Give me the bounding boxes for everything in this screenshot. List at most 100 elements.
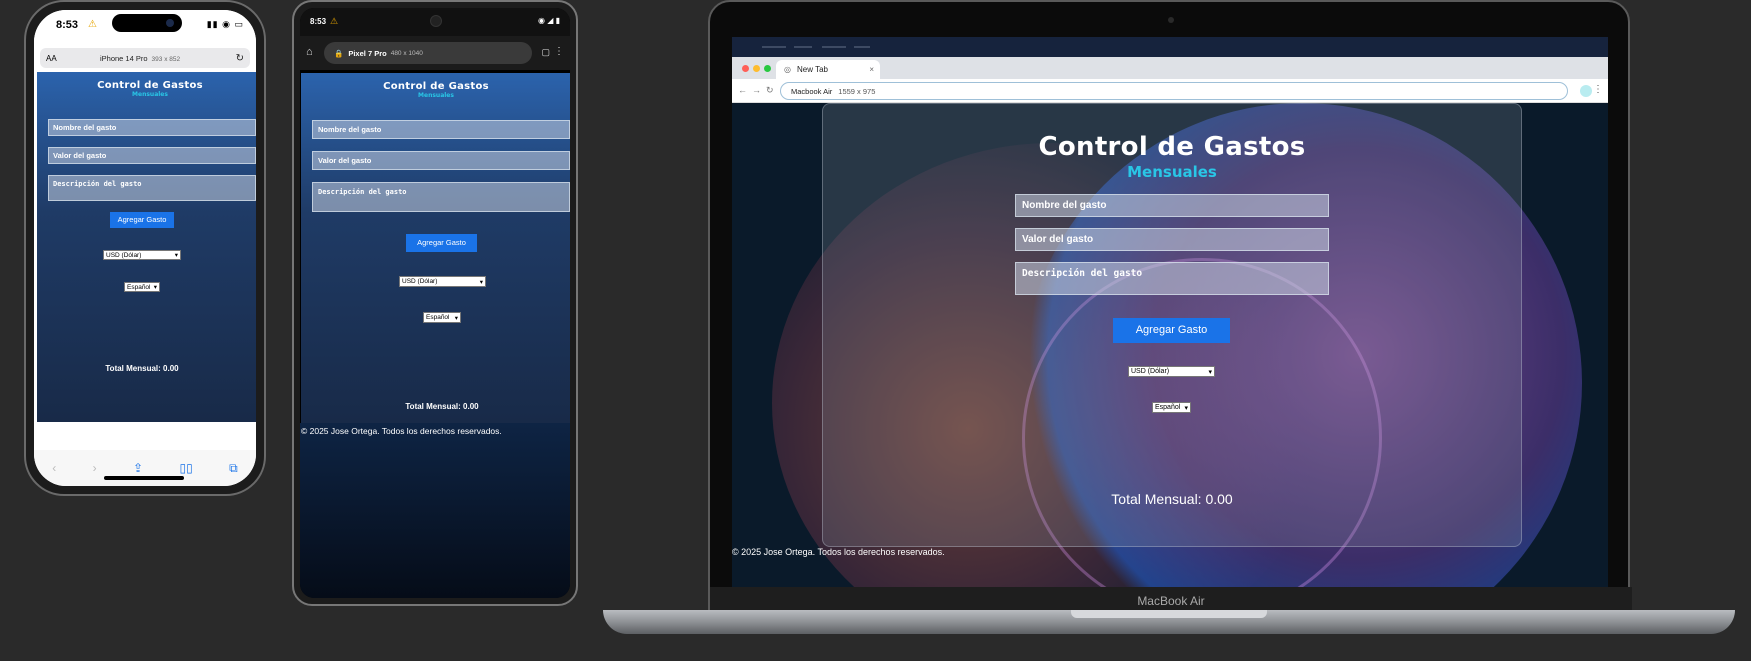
mac-menu-bar	[732, 37, 1608, 57]
expense-name-input[interactable]: Nombre del gasto	[48, 119, 256, 136]
pixel-page-background	[300, 423, 570, 598]
pixel-app-view: Control de Gastos Mensuales Nombre del g…	[301, 73, 570, 423]
forward-icon[interactable]: →	[752, 85, 761, 95]
dynamic-island	[112, 14, 182, 32]
language-select[interactable]: Español ▾	[1152, 402, 1191, 413]
expense-value-input[interactable]: Valor del gasto	[312, 151, 570, 170]
expense-description-textarea[interactable]: Descripción del gasto	[48, 175, 256, 201]
menu-placeholder	[794, 46, 812, 48]
maximize-window-icon[interactable]	[764, 65, 771, 72]
macbook-brand-label: MacBook Air	[1137, 594, 1205, 608]
iphone-time: 8:53	[56, 19, 79, 31]
app-card: Control de Gastos Mensuales Nombre del g…	[822, 103, 1522, 547]
add-expense-button[interactable]: Agregar Gasto	[1113, 318, 1230, 343]
currency-selected-value: USD (Dólar)	[402, 278, 438, 285]
home-indicator	[104, 476, 184, 480]
device-size: 393 x 852	[151, 55, 181, 63]
device-name: Pixel 7 Pro	[348, 48, 387, 58]
bookmarks-icon[interactable]: ▯▯	[180, 461, 193, 475]
pixel-frame: 8:53 ⚠ ◉ ◢ ▮ ⌂ 🔒 Pixel 7 Pro 480 x 1040 ▢ …	[292, 0, 578, 606]
warning-icon: ⚠	[88, 19, 97, 30]
profile-icon[interactable]	[1580, 85, 1592, 97]
share-icon[interactable]: ⇪	[133, 461, 143, 475]
webcam	[1168, 17, 1174, 23]
front-camera	[430, 15, 442, 27]
device-size: 1559 x 975	[838, 86, 876, 96]
iphone-url-bar[interactable]: AA iPhone 14 Pro 393 x 852 ↻	[40, 48, 250, 68]
browser-tab-bar: ◎ New Tab ×	[732, 57, 1608, 79]
currency-select[interactable]: USD (Dólar) ▾	[103, 250, 181, 260]
language-selected-value: Español	[1155, 404, 1181, 411]
close-window-icon[interactable]	[742, 65, 749, 72]
add-expense-button[interactable]: Agregar Gasto	[406, 234, 477, 252]
app-subtitle: Mensuales	[1127, 163, 1217, 181]
menu-placeholder	[762, 46, 786, 48]
iphone-app-view: Control de Gastos Mensuales Nombre del g…	[37, 72, 256, 422]
currency-select[interactable]: USD (Dólar) ▾	[1128, 366, 1215, 377]
expense-name-input[interactable]: Nombre del gasto	[1015, 194, 1329, 217]
monthly-total: Total Mensual: 0.00	[105, 364, 179, 373]
device-name: Macbook Air	[791, 86, 833, 96]
app-subtitle: Mensuales	[132, 91, 168, 98]
add-expense-button[interactable]: Agregar Gasto	[110, 212, 174, 228]
language-selected-value: Español	[127, 283, 151, 291]
expense-description-textarea[interactable]: Descripción del gasto	[312, 182, 570, 212]
app-subtitle: Mensuales	[418, 92, 454, 99]
footer-copyright: © 2025 Jose Ortega. Todos los derechos r…	[732, 547, 945, 557]
expense-description-textarea[interactable]: Descripción del gasto	[1015, 262, 1329, 295]
pixel-time: 8:53	[310, 17, 327, 26]
expense-value-input[interactable]: Valor del gasto	[1015, 228, 1329, 251]
reload-icon[interactable]: ↻	[766, 85, 774, 96]
minimize-window-icon[interactable]	[753, 65, 760, 72]
home-icon[interactable]: ⌂	[306, 46, 313, 58]
expense-name-input[interactable]: Nombre del gasto	[312, 120, 570, 139]
device-label: iPhone 14 Pro 393 x 852	[100, 54, 180, 63]
pixel-url-bar[interactable]: 🔒 Pixel 7 Pro 480 x 1040	[324, 42, 532, 64]
pixel-screen: 8:53 ⚠ ◉ ◢ ▮ ⌂ 🔒 Pixel 7 Pro 480 x 1040 ▢ …	[300, 8, 570, 598]
chevron-down-icon: ▾	[153, 284, 157, 291]
macbook-frame: ◎ New Tab × ← → ↻ Macbook Air 1559 x 975 …	[708, 0, 1632, 616]
tab-title: New Tab	[796, 65, 828, 74]
reload-icon[interactable]: ↻	[236, 53, 244, 64]
language-select[interactable]: Español ▾	[124, 282, 160, 292]
menu-placeholder	[822, 46, 846, 48]
device-name: iPhone 14 Pro	[100, 53, 148, 63]
menu-icon[interactable]: ⋮	[554, 46, 564, 57]
currency-select[interactable]: USD (Dólar) ▾	[399, 276, 486, 287]
signal-wifi-battery-icon: ▮▮ ◉ ▭	[206, 19, 244, 29]
warning-icon: ⚠	[330, 16, 339, 26]
currency-selected-value: USD (Dólar)	[106, 251, 142, 259]
forward-icon[interactable]: ›	[93, 461, 97, 475]
globe-icon: ◎	[784, 65, 791, 74]
language-selected-value: Español	[426, 314, 450, 321]
chevron-down-icon: ▾	[1208, 368, 1212, 376]
chevron-down-icon: ▾	[1184, 404, 1188, 412]
monthly-total: Total Mensual: 0.00	[1111, 491, 1233, 507]
chevron-down-icon: ▾	[454, 314, 458, 322]
browser-tab[interactable]: ◎ New Tab ×	[776, 60, 880, 79]
iphone-browser-toolbar: ‹ › ⇪ ▯▯ ⧉	[34, 450, 256, 486]
macbook-screen: ◎ New Tab × ← → ↻ Macbook Air 1559 x 975 …	[732, 37, 1608, 587]
iphone-status-bar: 8:53 ⚠ ▮▮ ◉ ▭	[34, 10, 256, 44]
pixel-url-row: ⌂ 🔒 Pixel 7 Pro 480 x 1040 ▢ ⋮	[300, 36, 570, 70]
address-bar[interactable]: Macbook Air 1559 x 975	[780, 82, 1568, 100]
expense-value-input[interactable]: Valor del gasto	[48, 147, 256, 164]
pixel-status-bar: 8:53 ⚠ ◉ ◢ ▮	[300, 8, 570, 36]
language-select[interactable]: Español ▾	[423, 312, 461, 323]
back-icon[interactable]: ‹	[52, 461, 56, 475]
macbook-app-view: Control de Gastos Mensuales Nombre del g…	[732, 103, 1608, 587]
lock-icon: 🔒	[334, 48, 344, 58]
device-size: 480 x 1040	[390, 49, 423, 57]
menu-placeholder	[854, 46, 870, 48]
tabs-icon[interactable]: ⧉	[229, 461, 238, 476]
menu-icon[interactable]: ⋮	[1593, 84, 1603, 95]
footer-copyright: © 2025 Jose Ortega. Todos los derechos r…	[37, 424, 238, 434]
macbook-hinge-notch	[1071, 610, 1267, 618]
close-tab-icon[interactable]: ×	[869, 65, 874, 74]
back-icon[interactable]: ←	[738, 85, 747, 95]
iphone-frame: 8:53 ⚠ ▮▮ ◉ ▭ AA iPhone 14 Pro 393 x 852 …	[24, 0, 266, 496]
text-size-button[interactable]: AA	[46, 54, 57, 63]
signal-wifi-battery-icon: ◉ ◢ ▮	[538, 16, 560, 25]
tabs-icon[interactable]: ▢	[541, 47, 550, 58]
monthly-total: Total Mensual: 0.00	[405, 402, 479, 411]
